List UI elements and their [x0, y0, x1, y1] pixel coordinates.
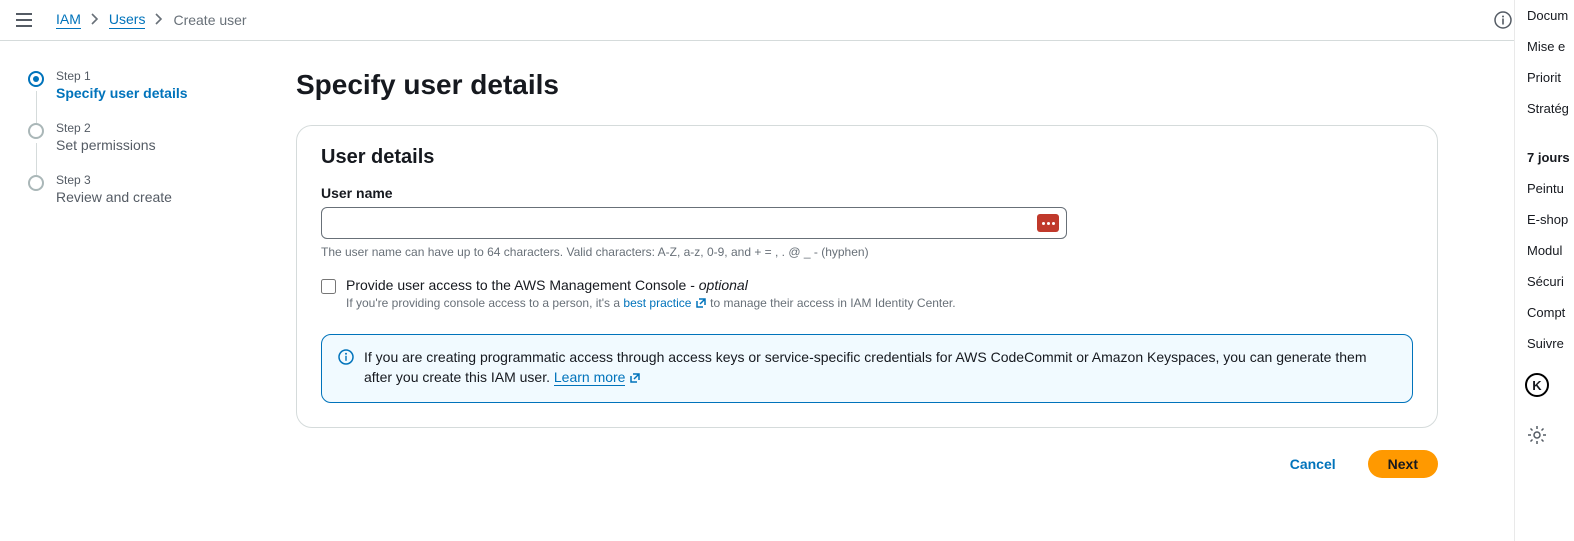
- breadcrumb-current: Create user: [173, 12, 246, 28]
- breadcrumb-iam-link[interactable]: IAM: [56, 11, 81, 29]
- hamburger-menu-icon[interactable]: [16, 8, 40, 32]
- drawer-item[interactable]: Docum: [1515, 0, 1574, 31]
- best-practice-link[interactable]: best practice: [623, 296, 691, 310]
- console-access-checkbox[interactable]: [321, 279, 336, 294]
- drawer-item[interactable]: Modul: [1515, 235, 1574, 266]
- gear-icon[interactable]: [1527, 425, 1574, 448]
- k-badge-icon[interactable]: K: [1525, 373, 1549, 397]
- username-input[interactable]: [321, 207, 1067, 239]
- chevron-right-icon: [91, 12, 99, 28]
- radio-empty-icon: [28, 175, 44, 191]
- drawer-item[interactable]: Priorit: [1515, 62, 1574, 93]
- drawer-heading: 7 jours: [1515, 142, 1574, 173]
- checkbox-label-prefix: Provide user access to the AWS Managemen…: [346, 277, 699, 293]
- wizard-step-3[interactable]: Step 3 Review and create: [28, 173, 260, 205]
- username-hint: The user name can have up to 64 characte…: [321, 245, 1413, 259]
- checkbox-label-optional: optional: [699, 277, 748, 293]
- breadcrumb: IAM Users Create user: [56, 11, 247, 29]
- wizard-step-label: Step 2: [56, 121, 260, 135]
- top-header: IAM Users Create user: [0, 0, 1574, 41]
- right-drawer: Docum Mise e Priorit Stratég 7 jours Pei…: [1514, 0, 1574, 541]
- console-access-row: Provide user access to the AWS Managemen…: [321, 277, 1413, 312]
- drawer-item[interactable]: Stratég: [1515, 93, 1574, 124]
- wizard-step-title: Specify user details: [56, 85, 260, 101]
- info-box: If you are creating programmatic access …: [321, 334, 1413, 403]
- drawer-item[interactable]: Sécuri: [1515, 266, 1574, 297]
- radio-active-icon: [28, 71, 44, 87]
- next-button[interactable]: Next: [1368, 450, 1438, 478]
- learn-more-link[interactable]: Learn more: [554, 369, 626, 386]
- external-link-icon: [695, 297, 707, 312]
- panel-title: User details: [321, 146, 1413, 169]
- drawer-item[interactable]: Suivre: [1515, 328, 1574, 359]
- wizard-step-2[interactable]: Step 2 Set permissions: [28, 121, 260, 173]
- main-area: Step 1 Specify user details Step 2 Set p…: [0, 41, 1574, 541]
- breadcrumb-users-link[interactable]: Users: [109, 11, 146, 29]
- wizard-step-title: Set permissions: [56, 137, 260, 153]
- content: Specify user details User details User n…: [280, 41, 1470, 541]
- drawer-item[interactable]: Compt: [1515, 297, 1574, 328]
- sub-hint-suffix: to manage their access in IAM Identity C…: [707, 296, 956, 310]
- wizard-step-title: Review and create: [56, 189, 260, 205]
- drawer-item[interactable]: Peintu: [1515, 173, 1574, 204]
- wizard-step-label: Step 1: [56, 69, 260, 83]
- username-input-wrap: [321, 207, 1067, 239]
- info-icon[interactable]: [1493, 10, 1513, 30]
- radio-empty-icon: [28, 123, 44, 139]
- footer-buttons: Cancel Next: [296, 450, 1438, 478]
- username-label: User name: [321, 185, 1413, 201]
- drawer-item[interactable]: E-shop: [1515, 204, 1574, 235]
- chevron-right-icon: [155, 12, 163, 28]
- page-title: Specify user details: [296, 69, 1438, 101]
- password-manager-icon[interactable]: [1037, 214, 1059, 232]
- info-icon: [338, 349, 354, 365]
- cancel-button[interactable]: Cancel: [1270, 450, 1356, 478]
- wizard-step-1[interactable]: Step 1 Specify user details: [28, 69, 260, 121]
- drawer-item[interactable]: Mise e: [1515, 31, 1574, 62]
- sub-hint-prefix: If you're providing console access to a …: [346, 296, 623, 310]
- console-access-hint: If you're providing console access to a …: [346, 296, 956, 312]
- info-text-container: If you are creating programmatic access …: [364, 347, 1396, 390]
- external-link-icon: [629, 369, 641, 389]
- wizard-step-label: Step 3: [56, 173, 260, 187]
- console-access-label: Provide user access to the AWS Managemen…: [346, 277, 956, 293]
- wizard-nav: Step 1 Specify user details Step 2 Set p…: [0, 41, 280, 541]
- user-details-panel: User details User name The user name can…: [296, 125, 1438, 428]
- info-text: If you are creating programmatic access …: [364, 349, 1366, 385]
